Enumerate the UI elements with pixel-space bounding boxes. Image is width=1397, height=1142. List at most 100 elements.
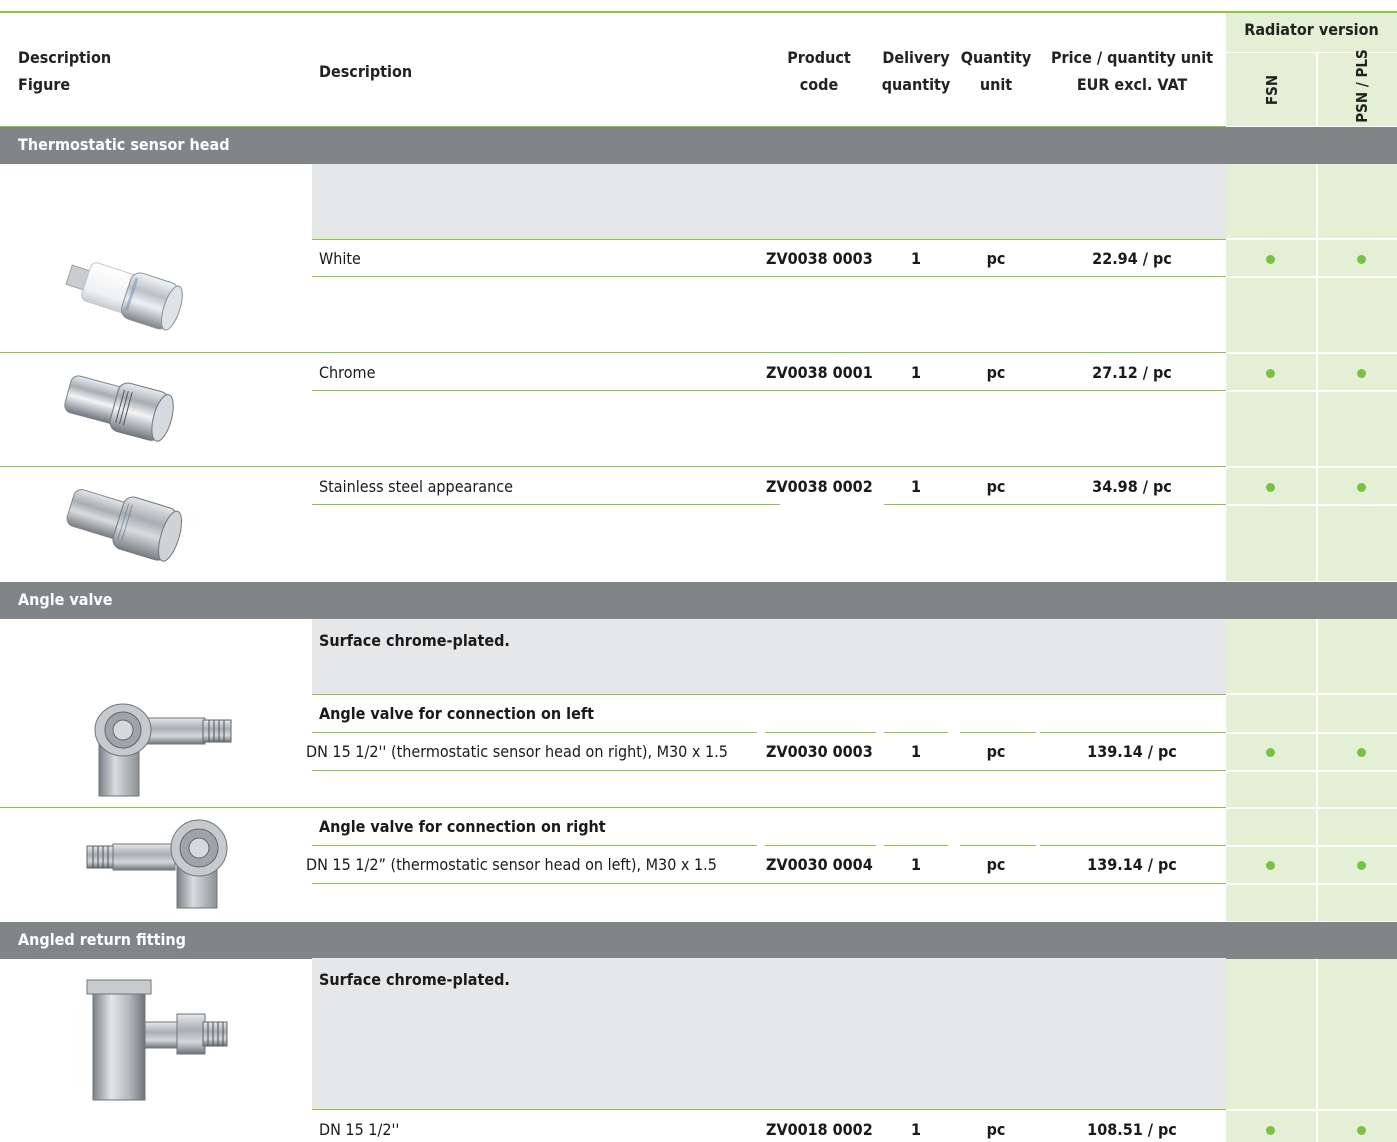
row-separator xyxy=(884,504,1226,505)
section-title: Angled return fitting xyxy=(18,930,186,949)
radiator-col-divider-3 xyxy=(1316,958,1318,1142)
angle-valve-right-image xyxy=(75,812,245,912)
availability-dot-icon xyxy=(1357,861,1366,870)
delivery-quantity: 1 xyxy=(910,249,921,268)
header-qty-unit-line1: Quantity xyxy=(960,48,1032,67)
section-angled-return-fitting: Angled return fitting xyxy=(0,922,1397,959)
radiator-col-divider-1 xyxy=(1316,163,1318,581)
availability-dot-icon xyxy=(1266,369,1275,378)
radiator-columns-bg-3 xyxy=(1226,958,1397,1142)
availability-dot-icon xyxy=(1357,255,1366,264)
row-separator-green xyxy=(1226,883,1397,885)
header-figure-label: Figure xyxy=(18,75,71,94)
quantity-unit: pc xyxy=(986,477,1006,496)
row-separator-green xyxy=(1226,390,1397,392)
radiator-columns-bg-1 xyxy=(1226,163,1397,581)
header-quantity-unit: Quantity unit xyxy=(956,44,1036,98)
section-title: Thermostatic sensor head xyxy=(18,135,230,154)
angle-description-box: Surface chrome-plated. xyxy=(312,619,1226,694)
availability-dot-icon xyxy=(1357,1126,1366,1135)
quantity-unit: pc xyxy=(986,249,1006,268)
row-separator-green xyxy=(1226,807,1397,809)
variant-subheading: Angle valve for connection on right xyxy=(319,817,606,836)
section-angle-valve: Angle valve xyxy=(0,582,1397,619)
availability-dot-icon xyxy=(1266,861,1275,870)
angle-valve-left-image xyxy=(75,700,245,800)
white-sensor-head-image xyxy=(55,245,195,350)
availability-dot-icon xyxy=(1357,748,1366,757)
radiator-version-title: Radiator version xyxy=(1244,20,1379,39)
price: 34.98 / pc xyxy=(1092,477,1172,496)
row-separator xyxy=(765,845,876,846)
product-code: ZV0038 0003 xyxy=(766,249,873,268)
product-code: ZV0038 0002 xyxy=(766,477,873,496)
row-separator xyxy=(1040,845,1226,846)
row-separator xyxy=(312,276,1226,277)
row-separator-green xyxy=(1226,770,1397,772)
row-separator xyxy=(312,504,780,505)
row-separator xyxy=(884,845,948,846)
row-separator xyxy=(0,352,1226,353)
row-separator xyxy=(960,732,1036,733)
header-description: Description xyxy=(319,62,413,81)
row-separator-green xyxy=(1226,238,1397,240)
price: 22.94 / pc xyxy=(1092,249,1172,268)
delivery-quantity: 1 xyxy=(910,1120,921,1139)
header-description-label: Description xyxy=(18,48,112,67)
delivery-quantity: 1 xyxy=(910,363,921,382)
row-separator-green xyxy=(1226,352,1397,354)
row-separator xyxy=(312,1109,1226,1110)
price: 139.14 / pc xyxy=(1087,742,1177,761)
row-separator xyxy=(312,845,757,846)
price: 139.14 / pc xyxy=(1087,855,1177,874)
product-code: ZV0030 0003 xyxy=(766,742,873,761)
quantity-unit: pc xyxy=(986,742,1006,761)
availability-dot-icon xyxy=(1266,1126,1275,1135)
availability-dot-icon xyxy=(1266,255,1275,264)
product-code: ZV0030 0004 xyxy=(766,855,873,874)
header-price: Price / quantity unit EUR excl. VAT xyxy=(1040,44,1224,98)
header-price-line2: EUR excl. VAT xyxy=(1076,75,1188,94)
quantity-unit: pc xyxy=(986,1120,1006,1139)
row-separator xyxy=(1040,732,1226,733)
product-description: DN 15 1/2” (thermostatic sensor head on … xyxy=(306,855,717,874)
row-separator xyxy=(0,807,1226,808)
delivery-quantity: 1 xyxy=(910,742,921,761)
row-separator xyxy=(312,883,1226,884)
header-price-line1: Price / quantity unit xyxy=(1050,48,1214,67)
quantity-unit: pc xyxy=(986,855,1006,874)
angled-return-fitting-image xyxy=(65,966,255,1108)
header-figure-column: Description Figure xyxy=(18,44,111,98)
row-separator-green xyxy=(1226,693,1397,695)
quantity-unit: pc xyxy=(986,363,1006,382)
delivery-quantity: 1 xyxy=(910,855,921,874)
chrome-sensor-head-image xyxy=(62,362,182,452)
radiator-version-divider xyxy=(1226,52,1397,53)
header-product-code-line1: Product xyxy=(787,48,851,67)
header-qty-unit-line2: unit xyxy=(979,75,1013,94)
product-code: ZV0018 0002 xyxy=(766,1120,873,1139)
header-fsn-label: FSN xyxy=(1263,74,1281,106)
variant-subheading: Angle valve for connection on left xyxy=(319,704,594,723)
thermo-description-box xyxy=(312,164,1226,239)
header-delivery-quantity: Delivery quantity xyxy=(878,44,954,98)
section-thermostatic-sensor-head: Thermostatic sensor head xyxy=(0,127,1397,164)
header-psn-pls: PSN / PLS xyxy=(1352,49,1372,122)
row-separator-green xyxy=(1226,504,1397,506)
availability-dot-icon xyxy=(1357,369,1366,378)
row-separator xyxy=(765,732,876,733)
row-separator-green xyxy=(1226,845,1397,847)
row-separator xyxy=(312,770,1226,771)
row-separator xyxy=(0,466,1226,467)
header-delivery-line2: quantity xyxy=(881,75,951,94)
header-psn-pls-label: PSN / PLS xyxy=(1353,49,1371,123)
surface-note: Surface chrome-plated. xyxy=(319,631,510,650)
top-accent-line xyxy=(0,11,1397,13)
product-description: Stainless steel appearance xyxy=(319,477,513,496)
row-separator-green xyxy=(1226,276,1397,278)
row-separator-green xyxy=(1226,1109,1397,1111)
radiator-version-col-divider xyxy=(1316,52,1318,126)
product-description: DN 15 1/2'' (thermostatic sensor head on… xyxy=(306,742,728,761)
row-separator xyxy=(312,390,1226,391)
section-title: Angle valve xyxy=(18,590,113,609)
